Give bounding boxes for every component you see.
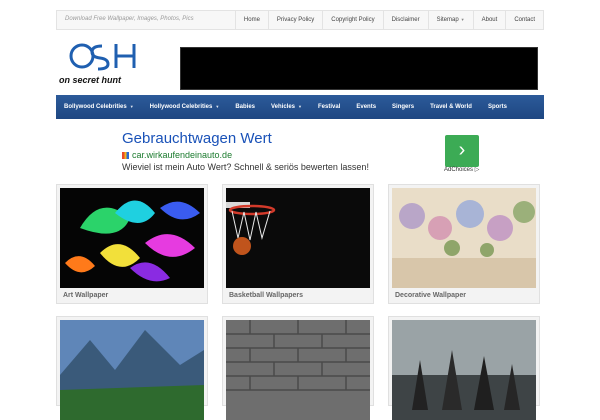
- top-nav-sitemap-label: Sitemap: [436, 17, 459, 23]
- gallery-card[interactable]: [222, 316, 374, 420]
- top-nav-home[interactable]: Home: [234, 11, 268, 29]
- ad-url[interactable]: car.wirkaufendeinauto.de: [122, 150, 232, 160]
- card-caption[interactable]: Decorative Wallpaper: [395, 292, 466, 299]
- ad-description: Wieviel ist mein Auto Wert? Schnell & se…: [122, 162, 369, 172]
- top-nav-privacy-policy[interactable]: Privacy Policy: [267, 11, 322, 29]
- nav-vehicles[interactable]: Vehicles ▼: [263, 95, 310, 119]
- ad-arrow-button[interactable]: ›: [445, 135, 479, 167]
- ad-title[interactable]: Gebrauchtwagen Wert: [122, 130, 272, 147]
- nav-sports[interactable]: Sports: [480, 95, 515, 119]
- gallery-card[interactable]: Basketball Wallpapers: [222, 184, 374, 304]
- gallery-card[interactable]: [388, 316, 540, 420]
- logo-text: on secret hunt: [59, 75, 122, 85]
- adchoices-label: AdChoices: [444, 167, 474, 173]
- top-nav-disclaimer[interactable]: Disclaimer: [382, 11, 428, 29]
- top-nav-contact[interactable]: Contact: [505, 11, 543, 29]
- gallery-card[interactable]: [56, 316, 208, 420]
- adchoices-icon: ▷: [474, 167, 480, 173]
- brick-wall-thumbnail: [226, 320, 370, 420]
- top-nav-about[interactable]: About: [472, 11, 506, 29]
- site-tagline: Download Free Wallpaper, Images, Photos,…: [65, 16, 194, 22]
- nav-hollywood-celebrities[interactable]: Hollywood Celebrities ▼: [142, 95, 228, 119]
- nav-events[interactable]: Events: [348, 95, 384, 119]
- gallery-card[interactable]: Decorative Wallpaper: [388, 184, 540, 304]
- text-ad[interactable]: Gebrauchtwagen Wert car.wirkaufendeinaut…: [118, 128, 482, 176]
- art-wallpaper-thumbnail: [60, 188, 204, 288]
- nav-singers[interactable]: Singers: [384, 95, 422, 119]
- ad-url-text: car.wirkaufendeinauto.de: [132, 150, 233, 160]
- main-nav: Bollywood Celebrities ▼ Hollywood Celebri…: [56, 95, 544, 119]
- top-bar: Download Free Wallpaper, Images, Photos,…: [56, 10, 544, 30]
- nav-festival[interactable]: Festival: [310, 95, 348, 119]
- top-nav: Home Privacy Policy Copyright Policy Dis…: [234, 11, 543, 29]
- top-nav-sitemap[interactable]: Sitemap ▼: [427, 11, 473, 29]
- site-logo[interactable]: on secret hunt: [58, 40, 142, 86]
- banner-ad[interactable]: [180, 47, 538, 90]
- game-art-thumbnail: [392, 320, 536, 420]
- card-caption[interactable]: Art Wallpaper: [63, 292, 108, 299]
- gallery-card[interactable]: Art Wallpaper: [56, 184, 208, 304]
- decorative-wallpaper-thumbnail: [392, 188, 536, 288]
- nav-bollywood-celebrities[interactable]: Bollywood Celebrities ▼: [56, 95, 142, 119]
- card-caption[interactable]: Basketball Wallpapers: [229, 292, 303, 299]
- chevron-down-icon: ▼: [298, 104, 302, 109]
- nav-label: Hollywood Celebrities: [149, 104, 213, 110]
- adchoices-link[interactable]: AdChoices ▷: [444, 166, 479, 173]
- chevron-down-icon: ▼: [460, 17, 465, 22]
- nav-travel-world[interactable]: Travel & World: [422, 95, 480, 119]
- nav-label: Bollywood Celebrities: [64, 104, 127, 110]
- top-nav-copyright-policy[interactable]: Copyright Policy: [322, 11, 382, 29]
- basketball-wallpaper-thumbnail: [226, 188, 370, 288]
- favicon-icon: [122, 151, 129, 159]
- chevron-right-icon: ›: [458, 139, 466, 161]
- nav-babies[interactable]: Babies: [227, 95, 263, 119]
- nav-label: Vehicles: [271, 104, 296, 110]
- chevron-down-icon: ▼: [215, 104, 220, 109]
- logo-monogram: [69, 43, 136, 71]
- landscape-thumbnail: [60, 320, 204, 420]
- chevron-down-icon: ▼: [129, 104, 134, 109]
